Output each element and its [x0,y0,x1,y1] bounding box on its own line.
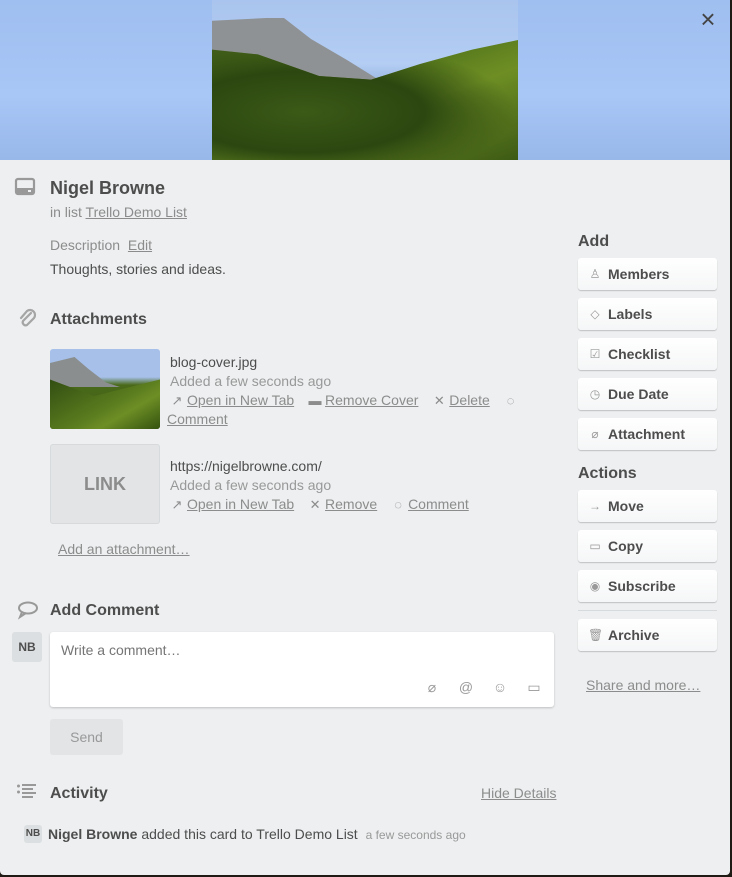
paperclip-icon [17,308,41,332]
avatar[interactable]: NB [24,825,42,844]
description-header: Description Edit [50,237,152,253]
button-label: Attachment [608,426,686,442]
copy-button[interactable]: ▭ Copy [578,530,717,562]
move-button[interactable]: → Move [578,490,717,522]
hide-details-link[interactable]: Hide Details [481,785,556,801]
emoji-icon[interactable]: ☺ [492,679,508,695]
comment-link[interactable]: Comment [167,410,550,428]
button-label: Archive [608,627,660,643]
comment-box: ⌀ @ ☺ ▭ [50,632,554,707]
send-button[interactable]: Send [50,719,123,755]
paperclip-icon[interactable]: ⌀ [424,679,440,695]
x-icon: ✕ [433,393,445,408]
comment-icon [16,600,40,624]
delete-link[interactable]: Delete [449,392,489,408]
link-thumbnail[interactable]: LINK [50,444,160,524]
in-list-prefix: in list [50,204,82,220]
activity-user[interactable]: Nigel Browne [48,826,137,842]
card-detail-window: × Nigel Browne in list Trello Demo List … [0,0,730,875]
card-cover: × [0,0,730,160]
attachment-time: Added a few seconds ago [170,373,332,389]
button-label: Due Date [608,386,669,402]
add-attachment-link[interactable]: Add an attachment… [58,541,190,557]
labels-button[interactable]: ◇ Labels [578,298,717,330]
paperclip-icon: ⌀ [591,427,599,441]
activity-title: Activity [50,785,108,802]
button-label: Copy [608,538,643,554]
attachment-time: Added a few seconds ago [170,477,332,493]
attachment-thumbnail[interactable] [50,349,160,429]
person-icon: ♙ [589,267,601,281]
actions-heading: Actions [578,465,637,482]
subscribe-button[interactable]: ◉ Subscribe [578,570,717,602]
checklist-button[interactable]: ☑ Checklist [578,338,717,370]
tag-icon: ◇ [590,307,600,321]
attachment-info: blog-cover.jpg Added a few seconds ago ↗… [167,353,550,428]
card-icon [14,177,38,201]
cover-image [212,0,518,160]
button-label: Members [608,266,670,282]
external-link-icon: ↗ [171,497,183,512]
button-label: Move [608,498,644,514]
activity-list-icon [16,782,40,806]
sidebar-divider [578,610,717,611]
attachment-actions: ↗ Open in New Tab ✕ Remove ◌ Comment [170,495,550,514]
attachments-title: Attachments [50,311,147,328]
archive-button[interactable]: 🗑 Archive [578,619,717,651]
clock-icon: ◷ [589,387,601,401]
eye-icon: ◉ [589,579,601,593]
activity-entry: NB Nigel Browne added this card to Trello… [24,825,466,844]
arrow-right-icon: → [589,499,601,513]
list-link[interactable]: Trello Demo List [86,204,187,220]
in-list-line: in list Trello Demo List [50,204,187,220]
thumb-mountain [50,357,120,387]
archive-icon: 🗑 [588,628,604,642]
due-date-button[interactable]: ◷ Due Date [578,378,717,410]
activity-time[interactable]: a few seconds ago [366,828,466,842]
external-link-icon: ↗ [171,393,183,408]
x-icon: ✕ [309,497,321,512]
card-icon: ▭ [589,539,601,553]
comment-toolbar: ⌀ @ ☺ ▭ [424,679,542,695]
remove-cover-link[interactable]: Remove Cover [325,392,418,408]
mention-icon[interactable]: @ [458,679,474,695]
add-heading: Add [578,233,610,250]
open-new-tab-link[interactable]: Open in New Tab [187,496,294,512]
attachment-name[interactable]: https://nigelbrowne.com/ [170,457,550,475]
attachment-actions: ↗ Open in New Tab ▬ Remove Cover ✕ Delete ◌… [167,391,550,428]
share-and-more-link[interactable]: Share and more… [586,677,718,693]
card-icon[interactable]: ▭ [526,679,542,695]
comment-icon: ◌ [506,393,515,408]
checkbox-icon: ☑ [589,347,601,361]
description-edit-link[interactable]: Edit [128,237,152,253]
activity-action: added this card to Trello Demo List [141,826,358,842]
attachment-button[interactable]: ⌀ Attachment [578,418,717,450]
remove-link[interactable]: Remove [325,496,377,512]
button-label: Labels [608,306,653,322]
attachment-name: blog-cover.jpg [170,354,258,370]
comment-link[interactable]: Comment [408,496,469,512]
card-sidebar: Add ♙ Members ◇ Labels ☑ Checklist ◷ Due Dat… [578,232,718,693]
avatar[interactable]: NB [12,632,42,662]
open-new-tab-link[interactable]: Open in New Tab [187,392,294,408]
add-comment-title: Add Comment [50,602,160,619]
attachment-info: https://nigelbrowne.com/ Added a few sec… [170,457,550,514]
cover-hills [212,40,518,160]
card-title[interactable]: Nigel Browne [50,178,165,199]
close-icon[interactable]: × [696,6,720,32]
comment-icon: ◌ [394,497,402,512]
comment-input[interactable] [61,642,541,658]
button-label: Checklist [608,346,671,362]
button-label: Subscribe [608,578,676,594]
card-icon: ▬ [308,393,322,408]
description-text[interactable]: Thoughts, stories and ideas. [50,261,226,277]
members-button[interactable]: ♙ Members [578,258,717,290]
description-label: Description [50,237,121,253]
